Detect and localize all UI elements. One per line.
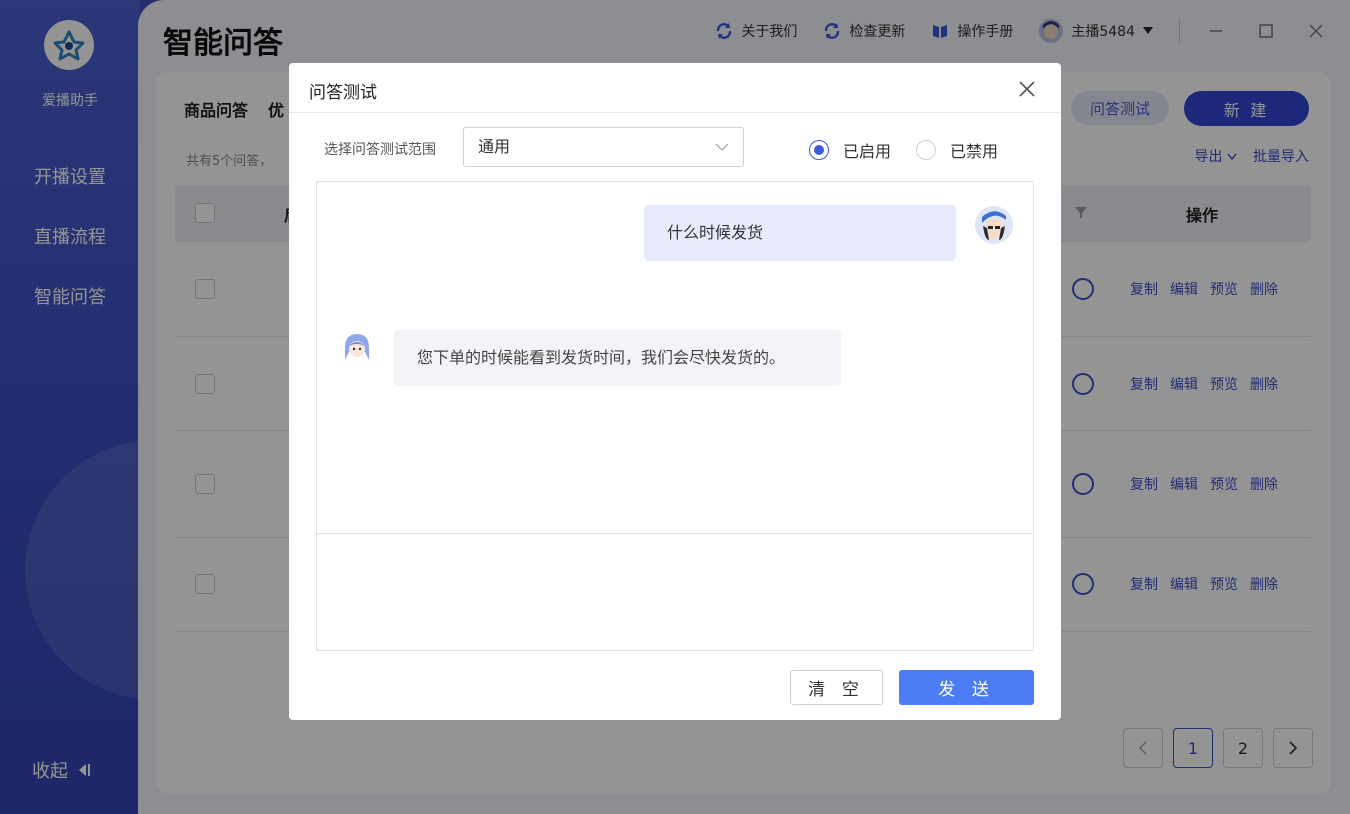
bot-avatar — [339, 330, 375, 366]
message-input[interactable] — [317, 535, 1033, 650]
qa-test-dialog: 问答测试 选择问答测试范围 通用 已启用 已禁用 什么时候发货 您下单的时候能看… — [289, 63, 1061, 720]
radio-enabled[interactable]: 已启用 — [809, 138, 891, 162]
user-avatar — [975, 206, 1013, 244]
radio-disabled[interactable]: 已禁用 — [916, 138, 998, 162]
dialog-divider — [289, 112, 1061, 113]
radio-disabled-label: 已禁用 — [950, 142, 999, 161]
clear-button[interactable]: 清 空 — [790, 670, 883, 705]
chat-messages: 什么时候发货 您下单的时候能看到发货时间，我们会尽快发货的。 — [317, 182, 1033, 534]
user-message-bubble: 什么时候发货 — [644, 205, 956, 261]
scope-select[interactable]: 通用 — [463, 127, 744, 167]
scope-value: 通用 — [478, 137, 511, 156]
radio-enabled-label: 已启用 — [843, 142, 892, 161]
send-button[interactable]: 发 送 — [899, 670, 1034, 705]
bot-message-bubble: 您下单的时候能看到发货时间，我们会尽快发货的。 — [394, 330, 841, 386]
chat-box: 什么时候发货 您下单的时候能看到发货时间，我们会尽快发货的。 — [316, 181, 1034, 651]
scope-label: 选择问答测试范围 — [324, 142, 436, 158]
close-icon[interactable] — [1017, 79, 1037, 99]
radio-disabled-dot — [916, 140, 936, 160]
dialog-title: 问答测试 — [309, 83, 377, 103]
radio-enabled-dot — [809, 140, 829, 160]
chevron-down-icon — [715, 143, 729, 151]
